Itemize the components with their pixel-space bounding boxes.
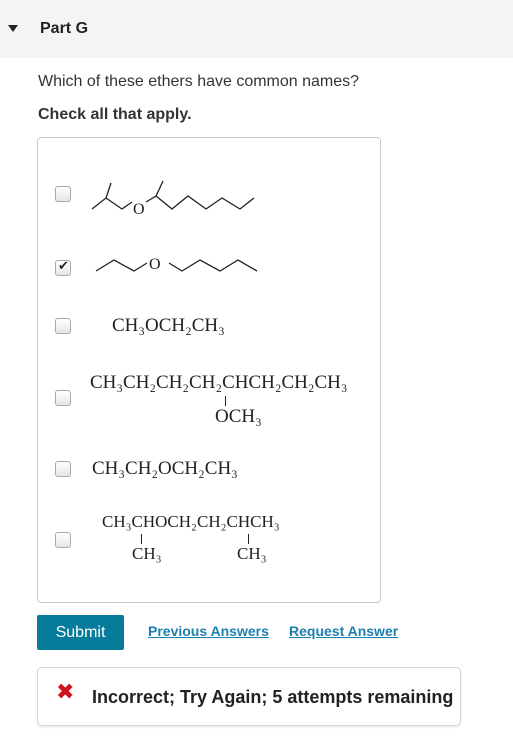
question-instruction: Check all that apply. [38,106,192,123]
part-title: Part G [40,20,89,37]
option-formula-5: CH₃CH₂OCH₂CH₃ [92,458,238,479]
option-substituent-4: OCH₃ [215,406,262,427]
option-checkbox-3[interactable] [55,318,71,334]
option-checkbox-6[interactable] [55,532,71,548]
previous-answers-link[interactable]: Previous Answers [148,623,269,639]
option-checkbox-4[interactable] [55,390,71,406]
x-icon: ✖ [56,680,75,705]
part-header[interactable]: Part G [0,0,513,58]
option-formula-3: CH₃OCH₂CH₃ [112,315,225,336]
option-checkbox-5[interactable] [55,461,71,477]
option-formula-4: CH₃CH₂CH₂CH₂CHCH₂CH₂CH₃ [90,372,348,393]
request-answer-link[interactable]: Request Answer [289,623,398,639]
option-checkbox-1[interactable] [55,186,71,202]
bond-line [248,534,249,544]
feedback-text: Incorrect; Try Again; 5 attempts remaini… [92,687,454,707]
collapse-toggle-icon[interactable] [8,25,18,32]
bond-line [225,396,226,406]
question-text: Which of these ethers have common names? [38,73,360,90]
oxygen-label-1: O [133,201,145,218]
option-structure-1: O [91,180,255,218]
bond-line [141,534,142,544]
option-substituent-6a: CH₃ [132,544,162,563]
option-checkbox-2[interactable] [55,259,71,276]
option-substituent-6b: CH₃ [237,544,267,563]
option-structure-2: O [95,256,258,273]
feedback-box: ✖ Incorrect; Try Again; 5 attempts remai… [37,667,461,726]
option-formula-6: CH₃CHOCH₂CH₂CHCH₃ [102,512,280,531]
submit-button[interactable]: Submit [37,615,124,650]
oxygen-label-2: O [149,256,161,273]
